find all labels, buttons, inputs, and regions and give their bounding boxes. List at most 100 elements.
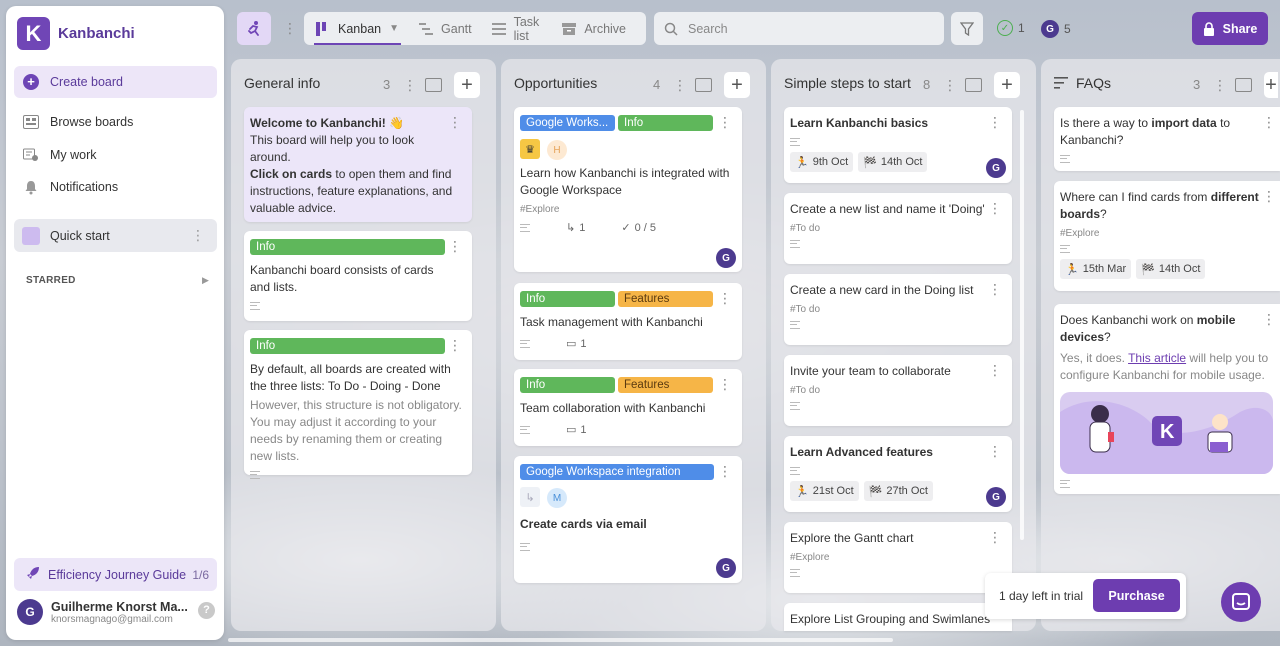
tab-gantt[interactable]: Gantt bbox=[419, 12, 472, 45]
tab-kanban[interactable]: Kanban ▼ bbox=[313, 12, 402, 45]
list-view-icon[interactable] bbox=[1235, 78, 1252, 92]
efficiency-journey-guide[interactable]: Efficiency Journey Guide 1/6 bbox=[14, 558, 217, 591]
card[interactable]: Google Workspace integration ↳ M Create c… bbox=[514, 456, 742, 583]
sidebar-item-create-board[interactable]: + Create board bbox=[14, 66, 217, 98]
card-menu-icon[interactable]: ⋮ bbox=[1262, 312, 1276, 326]
card-menu-icon[interactable]: ⋮ bbox=[718, 115, 732, 129]
tab-archive[interactable]: Archive bbox=[562, 12, 626, 45]
add-card-button[interactable]: + bbox=[1264, 72, 1278, 98]
card-title: Team collaboration with Kanbanchi bbox=[520, 401, 706, 415]
card[interactable]: Where can I find cards from different bo… bbox=[1054, 181, 1280, 291]
card[interactable]: Explore List Grouping and Swimlanes bbox=[784, 603, 1012, 631]
list-menu-icon[interactable]: ⋮ bbox=[1213, 77, 1227, 94]
description-icon bbox=[790, 138, 800, 146]
card-menu-icon[interactable]: ⋮ bbox=[988, 530, 1002, 544]
members-counter[interactable]: G 5 bbox=[1041, 20, 1071, 38]
card-hashtag: #Explore bbox=[790, 552, 830, 563]
card-menu-icon[interactable]: ⋮ bbox=[718, 377, 732, 391]
list-title[interactable]: FAQs bbox=[1054, 75, 1111, 91]
card[interactable]: Info Features Team collaboration with Kan… bbox=[514, 369, 742, 446]
board-menu-icon[interactable]: ⋮ bbox=[283, 20, 297, 37]
card-menu-icon[interactable]: ⋮ bbox=[448, 338, 462, 352]
sidebar-item-quick-start[interactable]: Quick start ⋮ bbox=[14, 219, 217, 252]
card[interactable]: Create a new list and name it 'Doing' #T… bbox=[784, 193, 1012, 264]
card[interactable]: Explore the Gantt chart #Explore ⋮ bbox=[784, 522, 1012, 593]
user-name: Guilherme Knorst Ma... bbox=[51, 599, 188, 614]
tab-task-list[interactable]: Task list bbox=[491, 12, 543, 45]
card-menu-icon[interactable]: ⋮ bbox=[718, 464, 732, 478]
list-title[interactable]: Opportunities bbox=[514, 75, 597, 91]
card-title: Is there a way to import data to Kanbanc… bbox=[1060, 116, 1231, 147]
list-menu-icon[interactable]: ⋮ bbox=[673, 77, 687, 94]
card-menu-icon[interactable]: ⋮ bbox=[448, 115, 462, 129]
add-card-button[interactable]: + bbox=[454, 72, 480, 98]
card[interactable]: Info Features Task management with Kanban… bbox=[514, 283, 742, 360]
quick-start-button[interactable] bbox=[237, 12, 271, 45]
card-menu-icon[interactable]: ⋮ bbox=[988, 115, 1002, 129]
list-menu-icon[interactable]: ⋮ bbox=[943, 77, 957, 94]
chevron-right-icon[interactable]: ▶ bbox=[202, 275, 209, 286]
more-options-icon[interactable]: ⋮ bbox=[191, 227, 205, 244]
card[interactable]: Does Kanbanchi work on mobile devices? Y… bbox=[1054, 304, 1280, 494]
list-view-icon[interactable] bbox=[695, 78, 712, 92]
card-menu-icon[interactable]: ⋮ bbox=[988, 363, 1002, 377]
card[interactable]: Create a new card in the Doing list #To … bbox=[784, 274, 1012, 345]
card-menu-icon[interactable]: ⋮ bbox=[988, 444, 1002, 458]
due-date: 🏁 27th Oct bbox=[863, 481, 933, 501]
tag-google-workspace: Google Workspace integration bbox=[520, 464, 714, 480]
card[interactable]: Learn Kanbanchi basics 🏃 9th Oct 🏁 14th Oct… bbox=[784, 107, 1012, 183]
card-title: Create a new card in the Doing list bbox=[790, 283, 974, 297]
card[interactable]: Info By default, all boards are created … bbox=[244, 330, 472, 479]
sidebar-item-label: Create board bbox=[50, 75, 123, 89]
list-view-icon[interactable] bbox=[425, 78, 442, 92]
card-menu-icon[interactable]: ⋮ bbox=[988, 201, 1002, 215]
sidebar-item-browse-boards[interactable]: Browse boards bbox=[14, 106, 217, 138]
chat-button[interactable] bbox=[1221, 582, 1261, 622]
comments-counter: ▭ 1 bbox=[566, 423, 587, 437]
card[interactable]: Invite your team to collaborate #To do ⋮ bbox=[784, 355, 1012, 426]
card[interactable]: Learn Advanced features 🏃 21st Oct 🏁 27th O… bbox=[784, 436, 1012, 512]
card-menu-icon[interactable]: ⋮ bbox=[1262, 115, 1276, 129]
tag-info: Info bbox=[618, 115, 713, 131]
purchase-button[interactable]: Purchase bbox=[1093, 579, 1180, 612]
card-text: Click on cards to open them and find ins… bbox=[250, 167, 453, 215]
card-title: By default, all boards are created with … bbox=[250, 362, 451, 393]
search-input[interactable]: Search bbox=[654, 12, 944, 45]
card[interactable]: Info Kanbanchi board consists of cards a… bbox=[244, 231, 472, 321]
plus-circle-icon: + bbox=[22, 73, 40, 91]
gantt-icon bbox=[419, 22, 434, 36]
card-description: Yes, it does. This article will help you… bbox=[1060, 351, 1269, 382]
filter-button[interactable] bbox=[951, 12, 983, 45]
tab-label: Kanban bbox=[338, 21, 382, 36]
card[interactable]: Google Works... Info ♛ H Learn how Kanbanc… bbox=[514, 107, 742, 272]
card[interactable]: Is there a way to import data to Kanbanc… bbox=[1054, 107, 1280, 171]
help-icon[interactable]: ? bbox=[198, 602, 215, 619]
search-icon bbox=[664, 22, 678, 36]
add-card-button[interactable]: + bbox=[724, 72, 750, 98]
card-menu-icon[interactable]: ⋮ bbox=[1262, 189, 1276, 203]
sidebar-item-notifications[interactable]: Notifications bbox=[14, 171, 217, 203]
list-faqs: FAQs 3 ⋮ + Is there a way to import data… bbox=[1041, 59, 1280, 631]
card[interactable]: Welcome to Kanbanchi! 👋 This board will … bbox=[244, 107, 472, 222]
user-email: knorsmagnago@gmail.com bbox=[51, 613, 173, 625]
app-logo[interactable]: K Kanbanchi bbox=[17, 17, 135, 50]
card-menu-icon[interactable]: ⋮ bbox=[718, 291, 732, 305]
done-cards-counter[interactable]: ✓ 1 bbox=[997, 20, 1025, 36]
sidebar-item-my-work[interactable]: My work bbox=[14, 139, 217, 171]
board-horizontal-scrollbar[interactable] bbox=[228, 638, 893, 642]
card-menu-icon[interactable]: ⋮ bbox=[988, 282, 1002, 296]
share-button[interactable]: Share bbox=[1192, 12, 1268, 45]
add-card-button[interactable]: + bbox=[994, 72, 1020, 98]
list-menu-icon[interactable]: ⋮ bbox=[403, 77, 417, 94]
list-scrollbar[interactable] bbox=[1020, 110, 1024, 540]
user-profile[interactable]: G Guilherme Knorst Ma... knorsmagnago@gm… bbox=[17, 599, 188, 625]
chevron-down-icon: ▼ bbox=[389, 23, 400, 34]
card-menu-icon[interactable]: ⋮ bbox=[448, 239, 462, 253]
app-name: Kanbanchi bbox=[58, 25, 135, 42]
list-title[interactable]: Simple steps to start bbox=[784, 75, 911, 91]
list-view-icon[interactable] bbox=[965, 78, 982, 92]
list-title[interactable]: General info bbox=[244, 75, 320, 91]
article-link[interactable]: This article bbox=[1128, 351, 1186, 365]
card-title: Does Kanbanchi work on mobile devices? bbox=[1060, 313, 1236, 344]
card-hashtag: #Explore bbox=[520, 204, 560, 215]
